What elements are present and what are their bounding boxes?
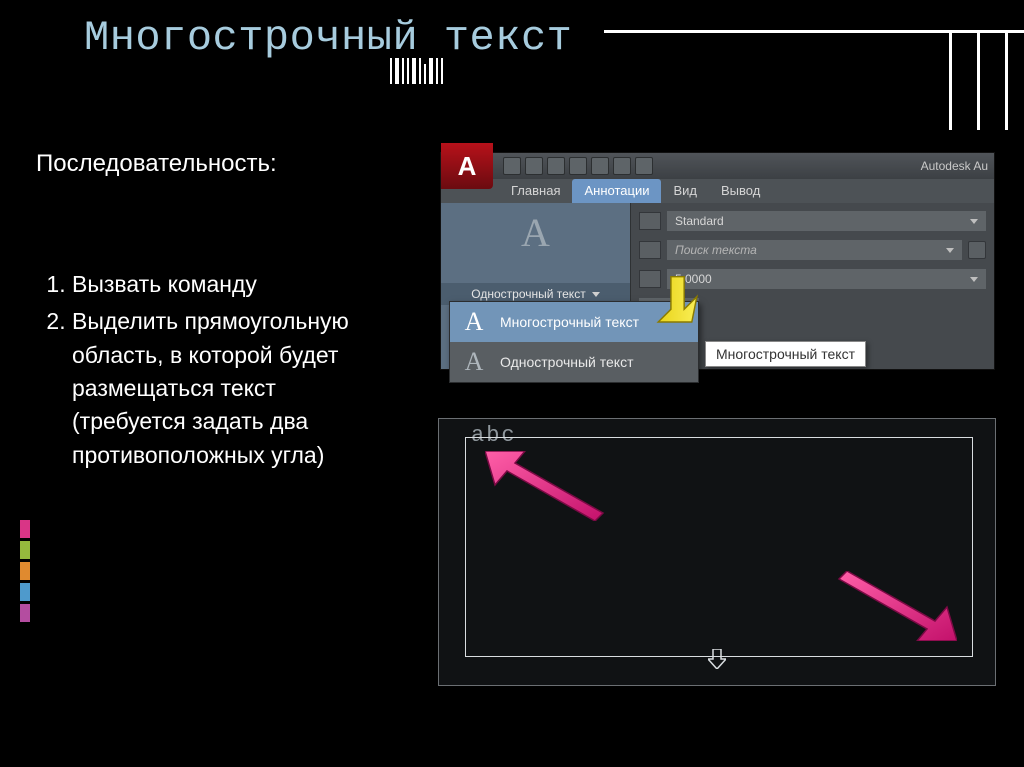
text-height-value: 5.0000 xyxy=(675,269,712,289)
qat-undo-icon[interactable] xyxy=(613,157,631,175)
text-search-placeholder: Поиск текста xyxy=(675,240,757,260)
text-height-icon[interactable] xyxy=(639,270,661,288)
qat-print-icon[interactable] xyxy=(591,157,609,175)
slide-title: Многострочный текст xyxy=(84,14,572,62)
text-height-dropdown[interactable]: 5.0000 xyxy=(667,269,986,289)
app-title: Autodesk Au xyxy=(921,159,988,173)
qat-open-icon[interactable] xyxy=(525,157,543,175)
text-style-value: Standard xyxy=(675,211,724,231)
text-tool-icon[interactable]: A xyxy=(441,209,630,256)
text-bounding-rect xyxy=(465,437,973,657)
tab-annotations[interactable]: Аннотации xyxy=(572,179,661,203)
ribbon-tabs: Главная Аннотации Вид Вывод xyxy=(441,179,994,203)
tooltip: Многострочный текст xyxy=(705,341,866,367)
text-style-dropdown[interactable]: Standard xyxy=(667,211,986,231)
autocad-ribbon-screenshot: A Autodesk Au Главная Аннотации Вид Выво… xyxy=(440,152,995,370)
dropdown-item-label: Однострочный текст xyxy=(500,354,633,370)
down-arrow-icon xyxy=(708,649,726,669)
text-panel: A Однострочный текст A Многострочный тек… xyxy=(441,203,631,369)
subheading: Последовательность: xyxy=(36,150,396,178)
side-accent xyxy=(20,520,30,625)
tab-output[interactable]: Вывод xyxy=(709,179,772,203)
singleline-text-icon: A xyxy=(460,347,488,377)
tab-view[interactable]: Вид xyxy=(661,179,709,203)
decorative-barcode xyxy=(390,58,443,84)
dropdown-item-singleline[interactable]: A Однострочный текст xyxy=(450,342,698,382)
acad-titlebar: A Autodesk Au xyxy=(441,153,994,179)
search-go-icon[interactable] xyxy=(968,241,986,259)
qat-save-icon[interactable] xyxy=(547,157,565,175)
text-type-dropdown: A Многострочный текст A Однострочный тек… xyxy=(449,301,699,383)
quick-access-toolbar xyxy=(503,157,653,175)
decorative-lines xyxy=(624,16,1024,126)
autocad-logo-icon[interactable]: A xyxy=(441,143,493,189)
dropdown-item-multiline[interactable]: A Многострочный текст xyxy=(450,302,698,342)
multiline-text-icon: A xyxy=(460,307,488,337)
step-item: Выделить прямоугольную область, в которо… xyxy=(72,305,396,472)
drawing-area: abc xyxy=(438,418,996,686)
qat-redo-icon[interactable] xyxy=(635,157,653,175)
qat-new-icon[interactable] xyxy=(503,157,521,175)
dropdown-item-label: Многострочный текст xyxy=(500,314,639,330)
step-item: Вызвать команду xyxy=(72,268,396,301)
tab-main[interactable]: Главная xyxy=(499,179,572,203)
steps-list: Вызвать команду Выделить прямоугольную о… xyxy=(36,268,396,472)
qat-saveas-icon[interactable] xyxy=(569,157,587,175)
ruler-icon[interactable] xyxy=(639,241,661,259)
abc-spellcheck-icon[interactable] xyxy=(639,212,661,230)
left-column: Последовательность: Вызвать команду Выде… xyxy=(36,150,396,476)
text-search-field[interactable]: Поиск текста xyxy=(667,240,962,260)
